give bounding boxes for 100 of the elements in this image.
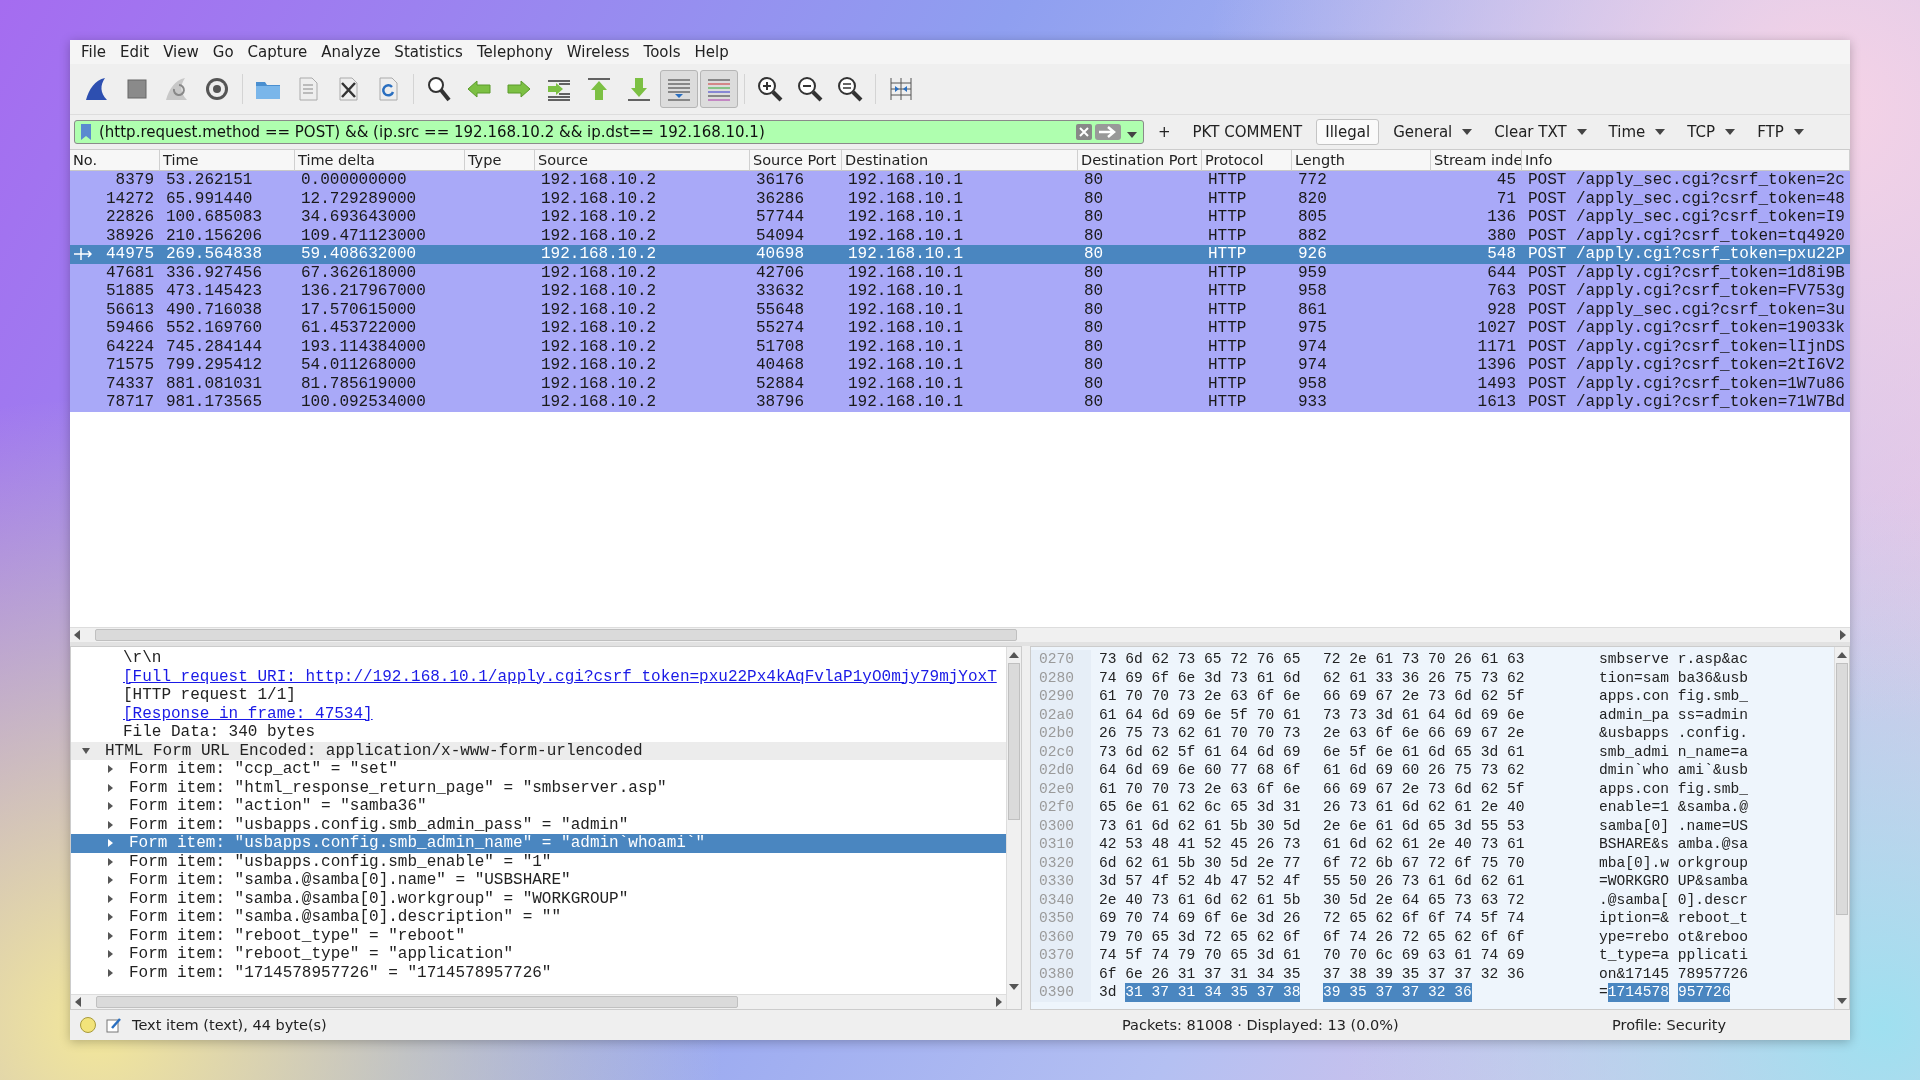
expander-icon[interactable] [105, 875, 115, 886]
tree-item[interactable]: Form item: "action" = "samba36" [71, 797, 1006, 816]
menu-item[interactable]: Edit [113, 43, 157, 61]
tree-item[interactable]: Form item: "samba.@samba[0].workgroup" = "WORKGROUP" [71, 889, 1006, 908]
scrollbar-thumb[interactable] [96, 996, 738, 1008]
packet-row[interactable]: 71575 799.295412 54.011268000 192.168.10.2 40468 192.168.10.1 80 HTTP 974 1396 POST /apply.cgi?csrf_token=2tI6V2 [70, 356, 1850, 375]
filter-button[interactable]: Time [1600, 119, 1674, 145]
ascii-text: ba36&usb [1677, 668, 1748, 687]
tree-item[interactable]: Form item: "reboot_type" = "application" [71, 945, 1006, 964]
tree-item[interactable]: Form item: "samba.@samba[0].description" = "" [71, 908, 1006, 927]
scroll-up-icon[interactable] [1009, 651, 1019, 659]
expander-icon[interactable] [105, 893, 115, 904]
tree-item[interactable]: Form item: "samba.@samba[0].name" = "USBSHARE" [71, 871, 1006, 890]
scroll-left-icon[interactable] [73, 630, 81, 640]
menu-item[interactable]: Analyze [314, 43, 388, 61]
menu-item[interactable]: Wireless [559, 43, 637, 61]
expander-icon[interactable] [105, 819, 115, 830]
expander-icon[interactable] [105, 801, 115, 812]
edit-comment-icon[interactable] [106, 1017, 122, 1033]
scroll-right-icon[interactable] [995, 997, 1003, 1007]
filter-button[interactable]: TCP [1679, 119, 1744, 145]
tree-item[interactable]: Form item: "usbapps.config.smb_enable" = "1" [71, 852, 1006, 871]
menu-item[interactable]: File [74, 43, 114, 61]
packet-row[interactable]: 59466 552.169760 61.453722000 192.168.10.2 55274 192.168.10.1 80 HTTP 975 1027 POST /apply.cgi?csrf_token=19033k [70, 319, 1850, 338]
expander-icon[interactable] [105, 782, 115, 793]
menu-item[interactable]: Go [205, 43, 241, 61]
table-cell-text: 193.114384000 [300, 337, 427, 356]
table-cell-text: POST /apply.cgi?csrf_token=1W7u86 [1527, 374, 1846, 393]
table-cell-text: 80 [1083, 263, 1105, 282]
scroll-down-icon[interactable] [1009, 983, 1019, 991]
scroll-up-icon[interactable] [1837, 651, 1847, 659]
filter-button[interactable]: + [1150, 119, 1179, 145]
tree-item[interactable]: Form item: "1714578957726" = "1714578957726" [71, 963, 1006, 982]
profile-text[interactable]: Profile: Security [1612, 1017, 1727, 1033]
hex-bytes: 73 61 6d 62 61 5b 30 5d [1099, 816, 1301, 835]
expander-icon[interactable] [105, 949, 115, 960]
hex-bytes: 73 6d 62 73 65 72 76 65 [1099, 650, 1301, 669]
table-cell-text: 40468 [755, 356, 805, 375]
filter-button[interactable]: Clear TXT [1486, 119, 1595, 145]
hex-bytes: 70 70 6c 69 63 61 74 69 [1323, 946, 1525, 965]
ascii-text: UP&samba [1677, 872, 1748, 891]
table-cell-text: 192.168.10.1 [847, 356, 965, 375]
filter-button[interactable]: General [1385, 119, 1481, 145]
link[interactable]: [Full request URI: http://192.168.10.1/apply.cgi?csrf_token=pxu22Px4kAqFvlaP1yO0mjy79mjYoxT [123, 667, 997, 686]
hex-bytes: 6e 5f 6e 61 6d 65 3d 61 [1323, 742, 1525, 761]
filter-button[interactable]: PKT COMMENT [1184, 119, 1311, 145]
table-cell-text: 644 [1486, 263, 1517, 282]
menu-item[interactable]: Telephony [469, 43, 560, 61]
link[interactable]: [Response in frame: 47534] [123, 704, 373, 723]
tree-item[interactable]: Form item: "usbapps.config.smb_admin_name" = "admin`whoami`" [71, 834, 1006, 853]
packet-row[interactable]: 78717 981.173565 100.092534000 192.168.10.2 38796 192.168.10.1 80 HTTP 933 1613 POST /apply.cgi?csrf_token=71W7Bd [70, 393, 1850, 412]
hex-bytes: 31 37 31 34 35 37 38 [1125, 983, 1301, 1002]
tree-item[interactable]: HTML Form URL Encoded: application/x-www-form-urlencoded [71, 741, 1006, 760]
table-cell-text: 57744 [755, 208, 805, 227]
table-cell-text: 192.168.10.1 [847, 263, 965, 282]
hex-bytes: 26 75 73 62 61 70 70 73 [1099, 724, 1301, 743]
packet-row[interactable]: 44975 269.564838 59.408632000 192.168.10.2 40698 192.168.10.1 80 HTTP 926 548 POST /apply.cgi?csrf_token=pxu22P [70, 245, 1850, 264]
packet-row[interactable]: 8379 53.262151 0.000000000 192.168.10.2 36176 192.168.10.1 80 HTTP 772 45 POST /apply_sec.cgi?csrf_token=2c [70, 171, 1850, 190]
expander-icon[interactable] [105, 838, 115, 849]
table-cell-text: 136 [1486, 208, 1517, 227]
scroll-left-icon[interactable] [74, 997, 82, 1007]
menu-item[interactable]: Tools [636, 43, 688, 61]
filter-button[interactable]: Illegal [1316, 119, 1380, 145]
menu-item[interactable]: View [156, 43, 206, 61]
filter-button[interactable]: FTP [1749, 119, 1812, 145]
table-cell-text: 80 [1083, 171, 1105, 190]
expander-icon[interactable] [105, 856, 115, 867]
table-cell-text: 0.000000000 [300, 171, 408, 190]
table-cell-text: 14272 [105, 189, 155, 208]
scroll-down-icon[interactable] [1837, 997, 1847, 1005]
tree-item[interactable]: Form item: "ccp_act" = "set" [71, 760, 1006, 779]
menu-item[interactable]: Statistics [387, 43, 470, 61]
hex-bytes: 69 70 74 69 6f 6e 3d 26 [1099, 909, 1301, 928]
expander-icon[interactable] [105, 930, 115, 941]
table-cell-text: 192.168.10.2 [540, 356, 658, 375]
table-cell-text: 17.570615000 [300, 300, 418, 319]
tree-item[interactable]: Form item: "reboot_type" = "reboot" [71, 926, 1006, 945]
scroll-right-icon[interactable] [1839, 630, 1847, 640]
offset-text: 0390 [1031, 983, 1091, 1002]
expander-icon[interactable] [105, 764, 115, 775]
packet-row[interactable]: 22826 100.685083 34.693643000 192.168.10.2 57744 192.168.10.1 80 HTTP 805 136 POST /apply_sec.cgi?csrf_token=I9 [70, 208, 1850, 227]
menu-item[interactable]: Help [687, 43, 736, 61]
table-cell-text: 882 [1297, 226, 1328, 245]
tree-item[interactable]: Form item: "usbapps.config.smb_admin_pass" = "admin" [71, 815, 1006, 834]
expander-icon[interactable] [105, 967, 115, 978]
hex-bytes: 73 6d 62 5f 61 64 6d 69 [1099, 742, 1301, 761]
table-cell-text: 1396 [1476, 356, 1517, 375]
scrollbar-thumb[interactable] [1008, 663, 1020, 820]
scrollbar-thumb[interactable] [95, 629, 1017, 641]
scrollbar-thumb[interactable] [1836, 663, 1848, 915]
menu-item[interactable]: Capture [240, 43, 315, 61]
table-cell-text: 192.168.10.2 [540, 171, 658, 190]
expander-icon[interactable] [105, 912, 115, 923]
table-cell-text: 1171 [1476, 337, 1517, 356]
table-cell-text: 1613 [1476, 393, 1517, 412]
expander-icon[interactable] [81, 745, 91, 756]
packet-row[interactable]: 51885 473.145423 136.217967000 192.168.10.2 33632 192.168.10.1 80 HTTP 958 763 POST /apply.cgi?csrf_token=FV753g [70, 282, 1850, 301]
tree-item[interactable]: Form item: "html_response_return_page" = "smbserver.asp" [71, 778, 1006, 797]
display-filter-field[interactable]: (http.request.method == POST) && (ip.src == 192.168.10.2 && ip.dst== 192.168.10.1) [74, 120, 1144, 144]
clear-icon[interactable] [1076, 124, 1092, 140]
